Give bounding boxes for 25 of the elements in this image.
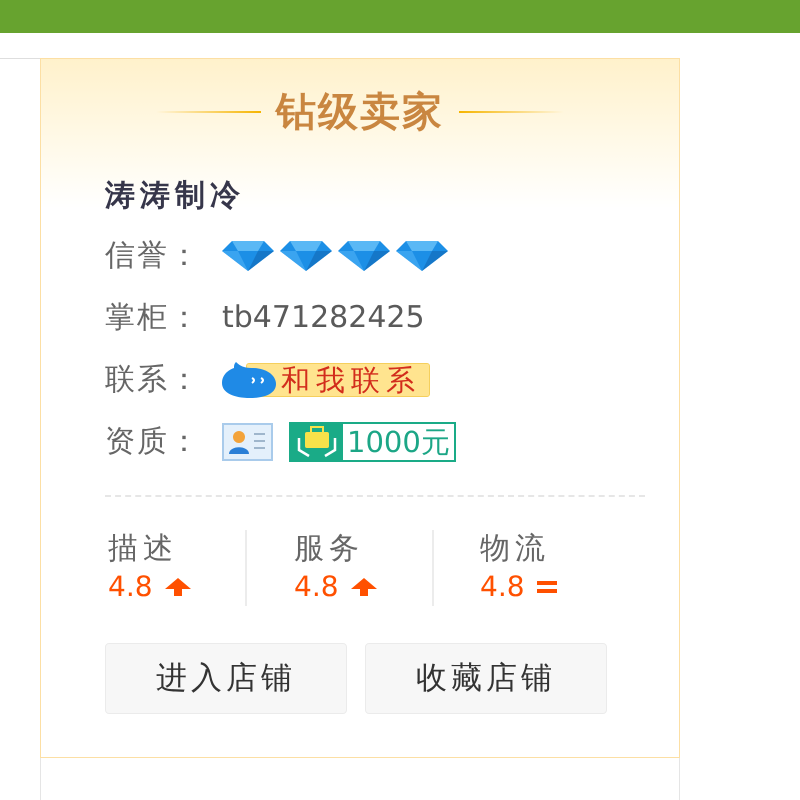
shop-name: 涛涛制冷 bbox=[105, 179, 245, 213]
diamond-icon bbox=[338, 241, 390, 271]
field-label: 掌柜： bbox=[105, 299, 202, 337]
favorite-shop-button[interactable]: 收藏店铺 bbox=[365, 643, 607, 714]
seller-level-title: 钻级卖家 bbox=[276, 88, 444, 137]
rating-score: 4.8 bbox=[480, 569, 525, 605]
field-label: 联系： bbox=[105, 361, 202, 399]
field-label: 资质： bbox=[105, 423, 202, 461]
enter-shop-button[interactable]: 进入店铺 bbox=[105, 643, 347, 714]
up-arrow-icon bbox=[164, 578, 191, 596]
deposit-amount: 1000元 bbox=[346, 424, 451, 460]
equals-icon bbox=[536, 581, 557, 593]
rating-label: 物流 bbox=[480, 530, 550, 568]
rating-score: 4.8 bbox=[108, 569, 153, 605]
field-label: 信誉： bbox=[105, 237, 202, 275]
shopkeeper-id: tb471282425 bbox=[222, 299, 425, 337]
up-arrow-icon bbox=[350, 578, 377, 596]
id-card-icon bbox=[222, 423, 273, 461]
chat-bubble-icon bbox=[222, 362, 276, 398]
rating-score: 4.8 bbox=[294, 569, 339, 605]
diamond-icon bbox=[222, 241, 274, 271]
rating-label: 服务 bbox=[294, 530, 364, 568]
diamond-icon bbox=[280, 241, 332, 271]
rating-label: 描述 bbox=[108, 530, 178, 568]
diamond-icon bbox=[396, 241, 448, 271]
